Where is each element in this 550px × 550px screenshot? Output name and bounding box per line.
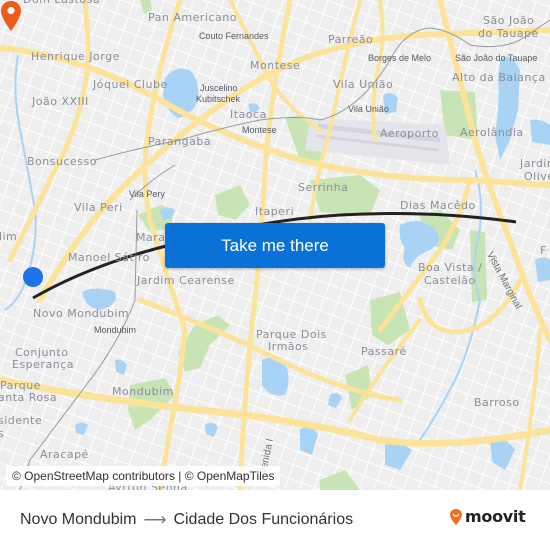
map-label-serrinha: Serrinha: [298, 181, 349, 194]
map-attribution: © OpenStreetMap contributors | © OpenMap…: [6, 466, 281, 486]
moovit-wordmark: moovit: [465, 507, 526, 526]
map-label-aerolandia: Aerolândia: [460, 126, 524, 139]
route-title: Novo Mondubim ⟶ Cidade Dos Funcionários: [20, 510, 353, 530]
map-label-juscelino: Juscelino: [200, 83, 238, 93]
map-label-montese: Montese: [250, 59, 301, 72]
map-label-itaoca: Itaoca: [230, 108, 267, 121]
moovit-logo[interactable]: moovit: [449, 507, 526, 526]
map-label-borges-de-melo: Borges de Melo: [368, 53, 432, 63]
map-label-manoel-satiro: Manoel Sátiro: [68, 251, 150, 264]
map-label-kubitschek: Kubitschek: [196, 94, 241, 104]
map-label-bonsucesso: Bonsucesso: [27, 155, 97, 168]
map-label-dim-edge: dim: [0, 230, 18, 243]
map-label-vargas: s: [0, 427, 5, 440]
map-label-henrique-jorge: Henrique Jorge: [31, 50, 120, 63]
map-label-esperanca: Esperança: [12, 358, 74, 371]
map-label-aeroporto: Aeroporto: [380, 127, 439, 140]
map-label-irmaos: Irmãos: [268, 340, 309, 353]
map-label-mondubim-station: Mondubim: [94, 325, 137, 335]
map-label-itaperi: Itaperi: [255, 205, 295, 218]
map-label-boa-vista: Boa Vista /: [418, 261, 483, 274]
map-label-sao-joao: São João: [483, 14, 535, 27]
destination-pin-icon[interactable]: [0, 0, 22, 32]
map-label-barroso: Barroso: [474, 396, 520, 409]
map-label-novo-mondubim: Novo Mondubim: [33, 307, 130, 320]
origin-marker[interactable]: [23, 267, 43, 287]
map-label-jardim: Jardim: [520, 157, 550, 170]
moovit-route-card: Dom Lustosa Pan Americano Couto Fernande…: [0, 0, 550, 550]
map-label-jardim-cearense: Jardim Cearense: [137, 274, 235, 287]
map-label-dias-macedo: Dias Macêdo: [400, 199, 476, 212]
openmaptiles-attribution-link[interactable]: © OpenMapTiles: [185, 469, 275, 483]
map-label-santa-rosa: anta Rosa: [0, 391, 58, 404]
map-label-parreao: Parreão: [328, 33, 374, 46]
map-label-joao-xxiii: João XXIII: [32, 95, 89, 108]
map-label-vila-peri: Vila Peri: [74, 201, 123, 214]
route-footer: Novo Mondubim ⟶ Cidade Dos Funcionários …: [0, 490, 550, 550]
map-label-presidente: sidente: [0, 414, 43, 427]
map-label-joquei-clube: Jóquei Clube: [93, 78, 168, 91]
map-label-montese-station: Montese: [242, 125, 277, 135]
destination-name: Cidade Dos Funcionários: [173, 511, 354, 528]
attribution-separator: |: [174, 469, 185, 483]
map-label-parangaba: Parangaba: [148, 135, 212, 148]
map-label-sao-joao-station: São João do Tauape: [455, 53, 538, 63]
origin-name: Novo Mondubim: [20, 511, 137, 528]
arrow-right-icon: ⟶: [143, 512, 167, 529]
map-label-dom-lustosa: Dom Lustosa: [23, 0, 100, 6]
map-label-passare: Passaré: [361, 345, 407, 358]
map-label-mondubim: Mondubim: [112, 385, 174, 398]
map-label-oliveiras: Olive: [524, 170, 550, 183]
map-label-castelao: Castelão: [424, 274, 476, 287]
map-label-alto-da-balanca: Alto da Balança: [452, 71, 546, 84]
map-label-f-edge: F: [540, 244, 547, 257]
map-view[interactable]: Dom Lustosa Pan Americano Couto Fernande…: [0, 0, 550, 490]
map-label-vila-uniao-station: Vila União: [348, 104, 389, 114]
take-me-there-button[interactable]: Take me there: [165, 223, 385, 268]
map-label-aracape: Aracapé: [40, 448, 89, 461]
moovit-pin-icon: [450, 508, 462, 525]
map-label-do-tauape: do Tauape: [478, 27, 539, 40]
map-label-vila-uniao: Vila União: [333, 78, 394, 91]
map-label-couto-fernandes: Couto Fernandes: [199, 31, 269, 41]
map-label-vila-pery-station: Vila Pery: [129, 189, 165, 199]
osm-attribution-link[interactable]: © OpenStreetMap contributors: [12, 469, 175, 483]
map-label-pan-americano: Pan Americano: [148, 11, 237, 24]
